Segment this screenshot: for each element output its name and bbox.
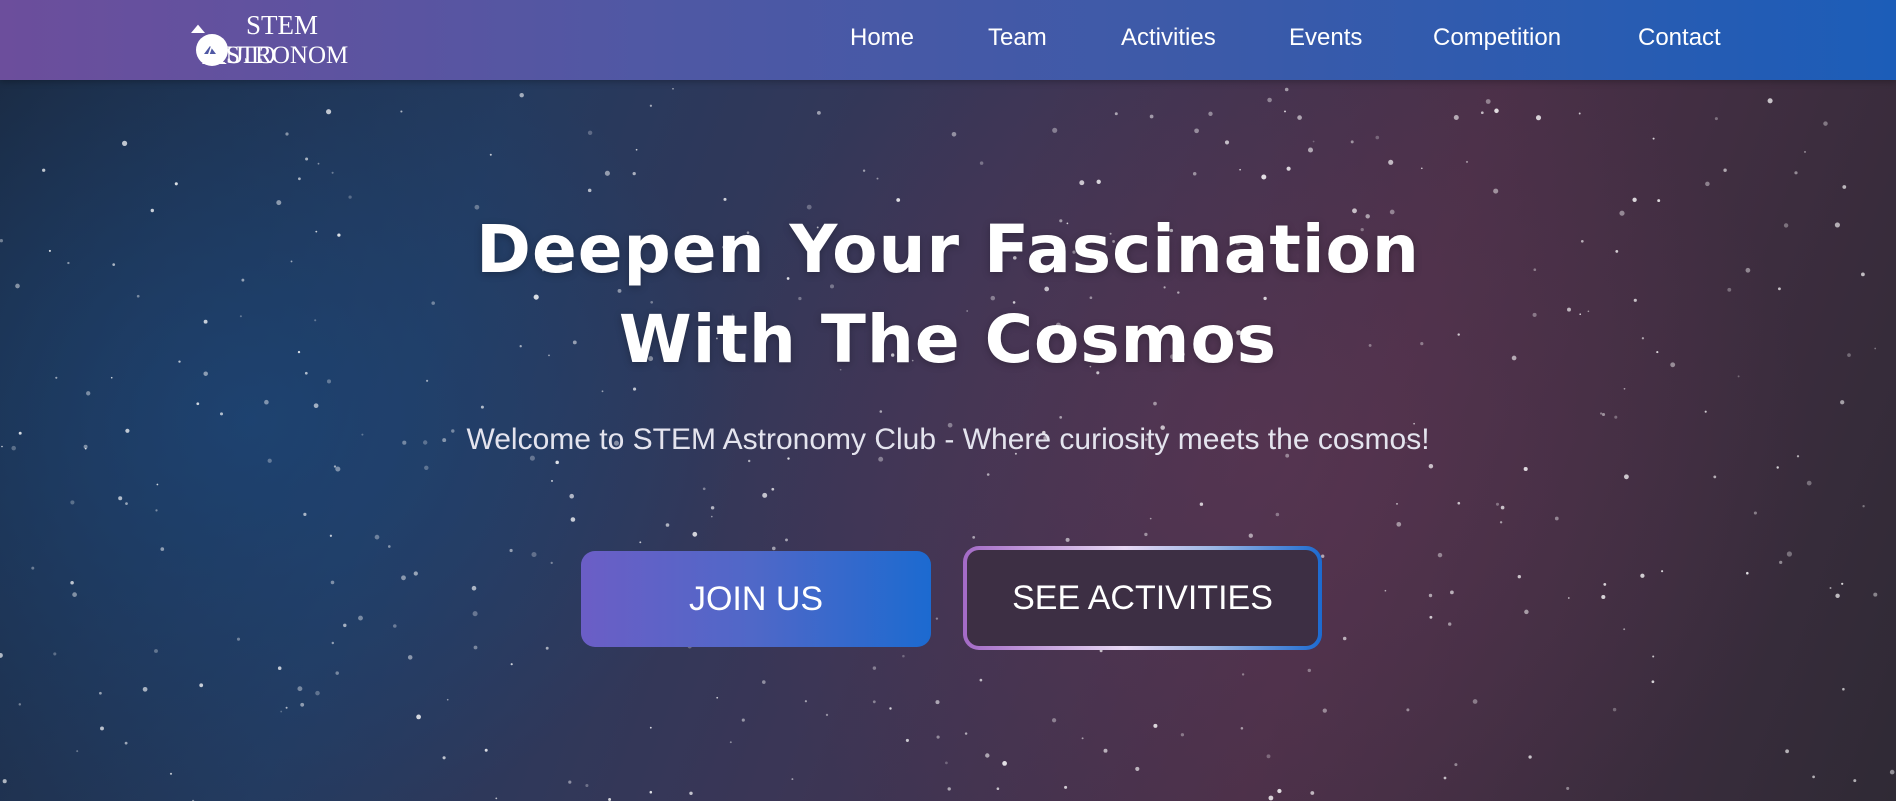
nav-events[interactable]: Events [1289, 24, 1362, 52]
svg-text:STEM: STEM [246, 10, 318, 40]
navbar: STEM CLUB A STRONOMY Home Team Activitie… [0, 0, 1896, 80]
nav-activities[interactable]: Activities [1121, 24, 1216, 52]
nav-team[interactable]: Team [988, 24, 1047, 52]
svg-text:STRONOMY: STRONOMY [226, 42, 348, 69]
logo[interactable]: STEM CLUB A STRONOMY [158, 10, 348, 70]
join-us-button[interactable]: JOIN US [581, 551, 931, 647]
see-activities-button[interactable]: SEE ACTIVITIES [963, 546, 1322, 650]
starfield [0, 87, 1895, 801]
logo-graphic: STEM CLUB A STRONOMY [191, 10, 348, 70]
nav-contact[interactable]: Contact [1638, 24, 1721, 52]
headline-line-2: With The Cosmos [618, 301, 1278, 378]
headline-line-1: Deepen Your Fascination [476, 211, 1420, 288]
svg-text:A: A [202, 35, 227, 70]
see-activities-label: SEE ACTIVITIES [1012, 578, 1273, 617]
hero-background [0, 0, 1896, 801]
hero-headline: Deepen Your Fascination With The Cosmos [0, 205, 1896, 385]
nav-competition[interactable]: Competition [1433, 24, 1561, 52]
nav-home[interactable]: Home [850, 24, 914, 52]
hero-subtitle: Welcome to STEM Astronomy Club - Where c… [466, 423, 1430, 456]
